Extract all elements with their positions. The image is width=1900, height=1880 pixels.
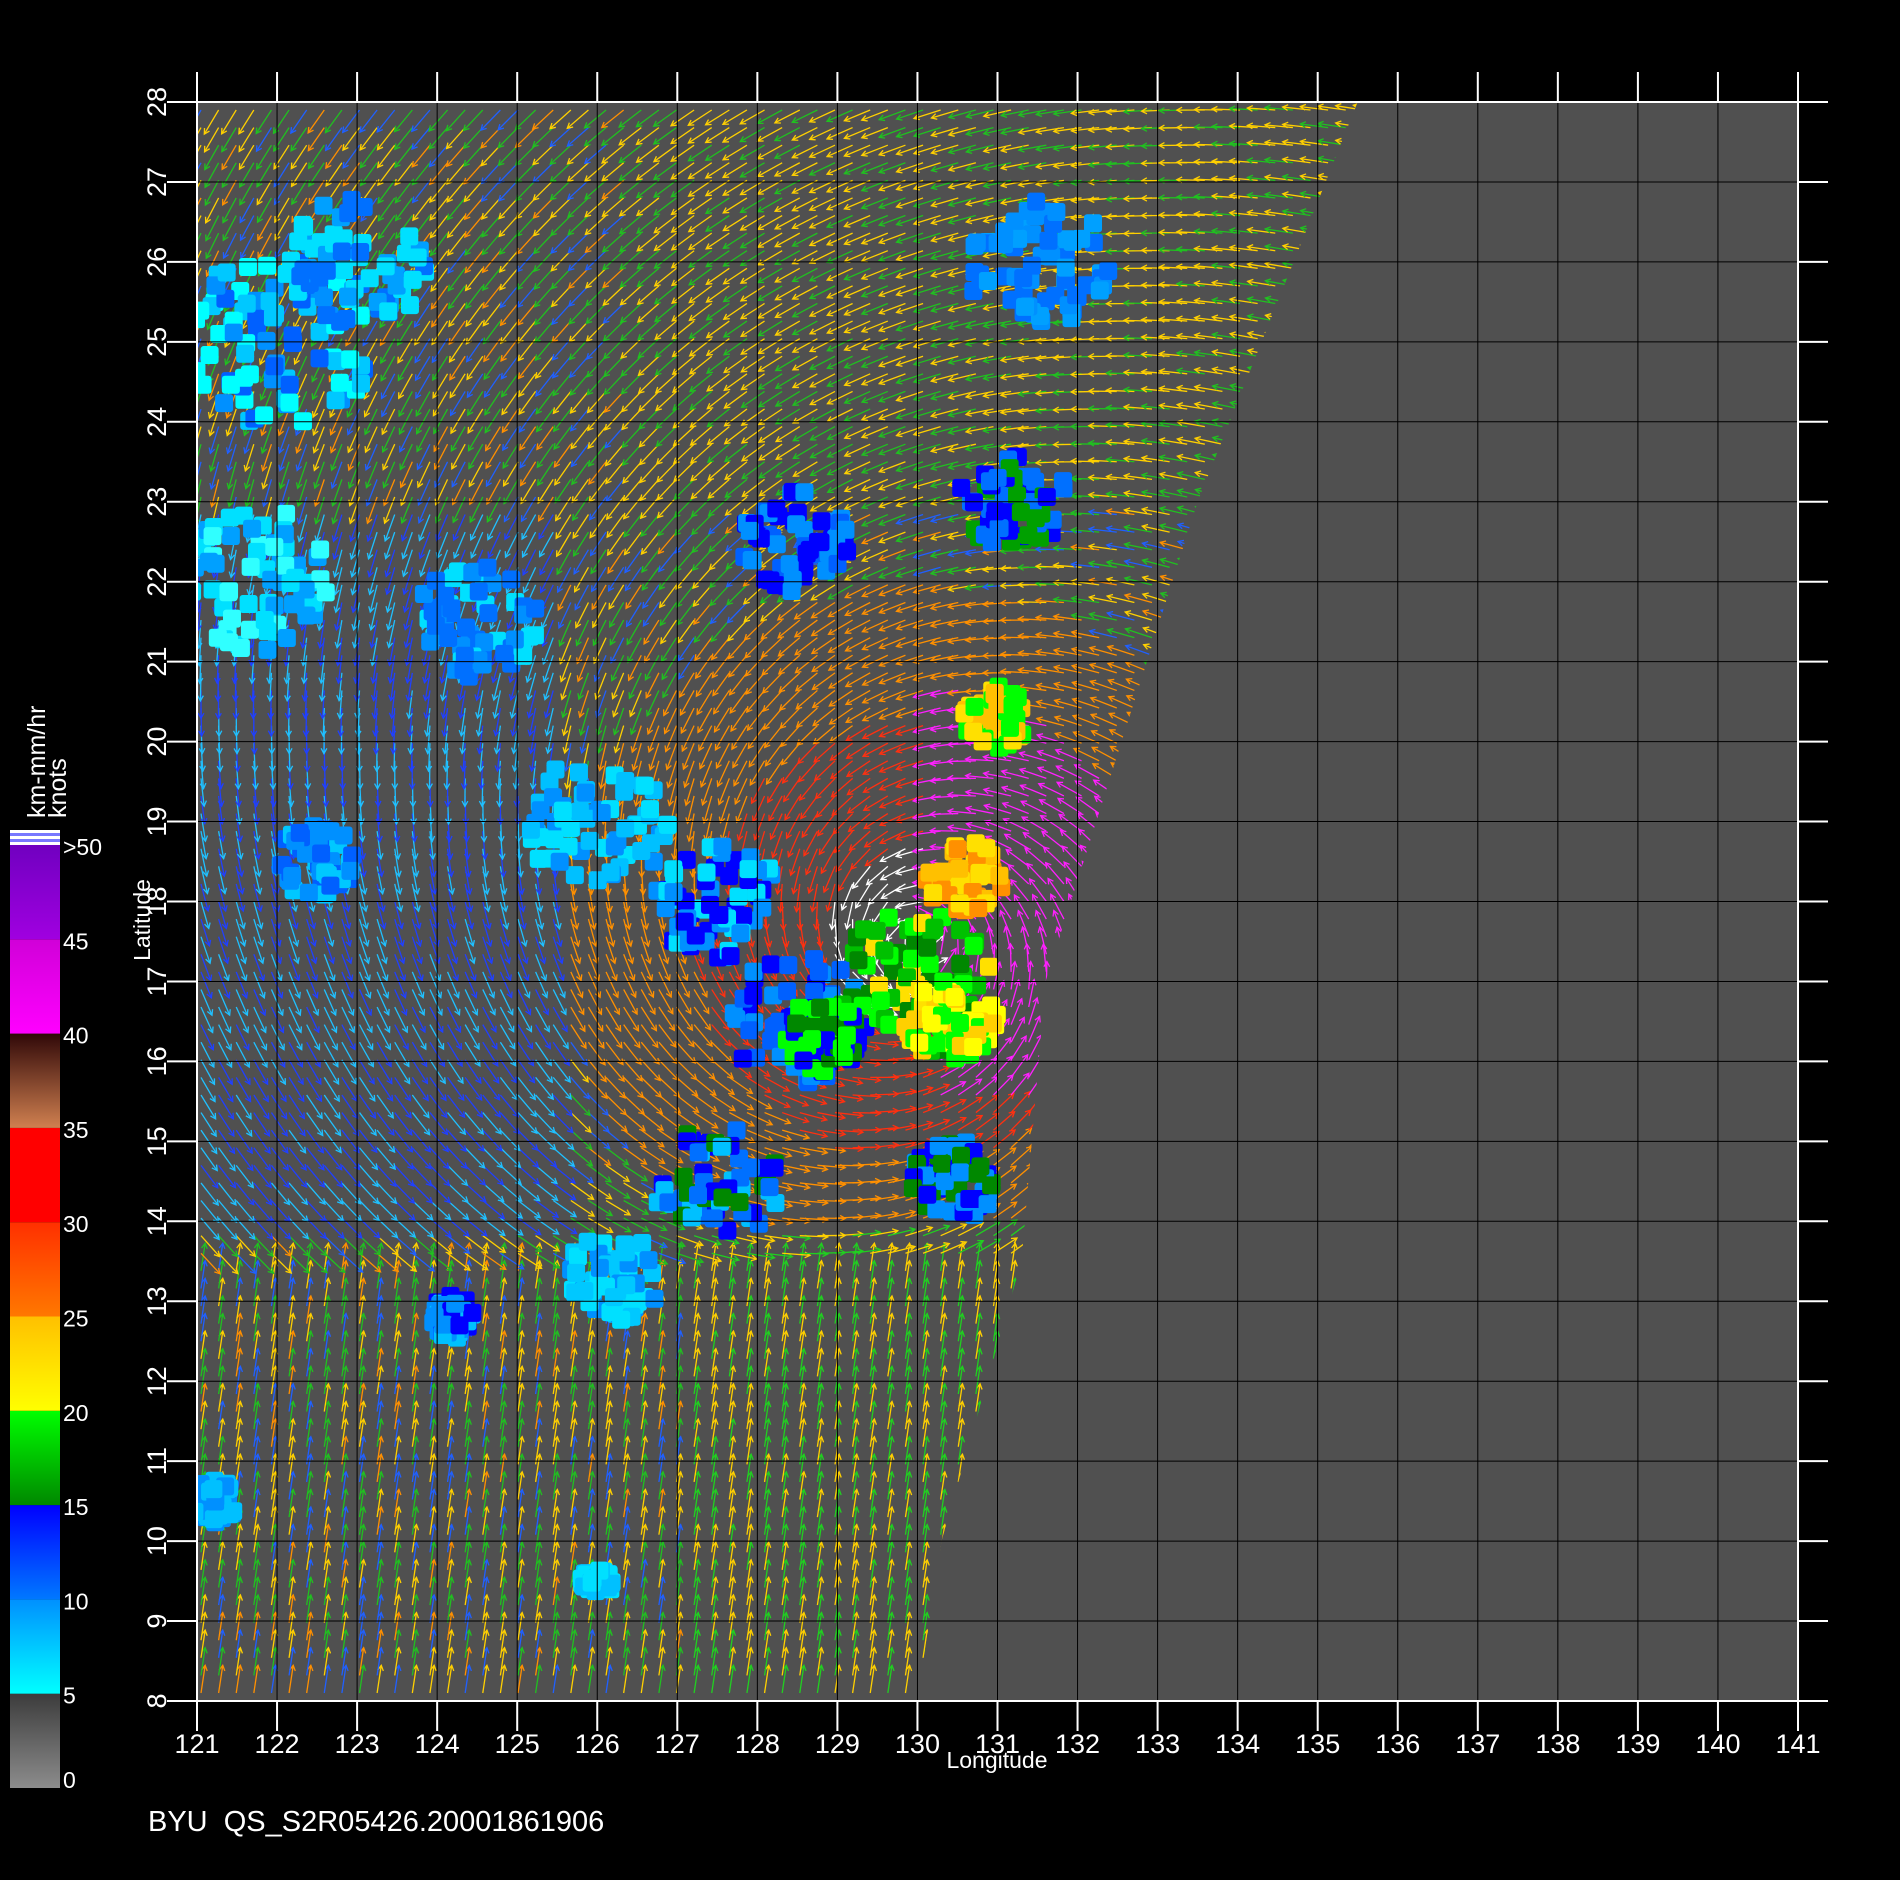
wind-rain-map: 121 122 123 124 125 126 127 128 129 130 131 132 133 1… — [10, 72, 1828, 1838]
